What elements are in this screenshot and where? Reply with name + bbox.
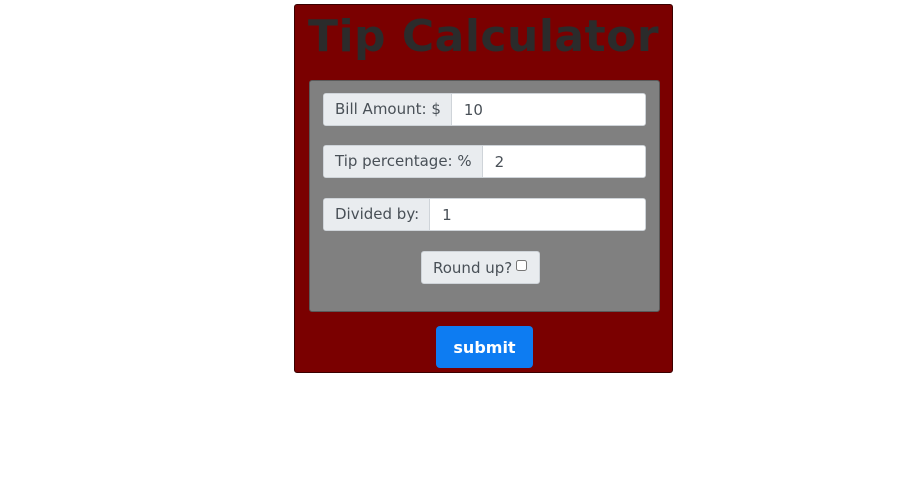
tip-calculator-panel: Tip Calculator Bill Amount: $ Tip percen…	[294, 4, 673, 373]
round-up-checkbox[interactable]	[516, 260, 528, 271]
tip-percentage-group: Tip percentage: %	[323, 145, 646, 178]
submit-button[interactable]: submit	[436, 326, 533, 368]
calculator-form: Bill Amount: $ Tip percentage: % Divided…	[309, 80, 660, 312]
round-up-toggle[interactable]: Round up?	[421, 251, 541, 284]
bill-amount-label: Bill Amount: $	[324, 94, 452, 125]
round-up-label: Round up?	[433, 258, 513, 277]
bill-amount-group: Bill Amount: $	[323, 93, 646, 126]
bill-amount-input[interactable]	[451, 94, 645, 125]
divided-by-label: Divided by:	[324, 199, 431, 230]
divided-by-input[interactable]	[430, 199, 645, 230]
page-title: Tip Calculator	[307, 11, 660, 62]
tip-percentage-label: Tip percentage: %	[324, 146, 483, 177]
tip-percentage-input[interactable]	[482, 146, 645, 177]
divided-by-group: Divided by:	[323, 198, 646, 231]
